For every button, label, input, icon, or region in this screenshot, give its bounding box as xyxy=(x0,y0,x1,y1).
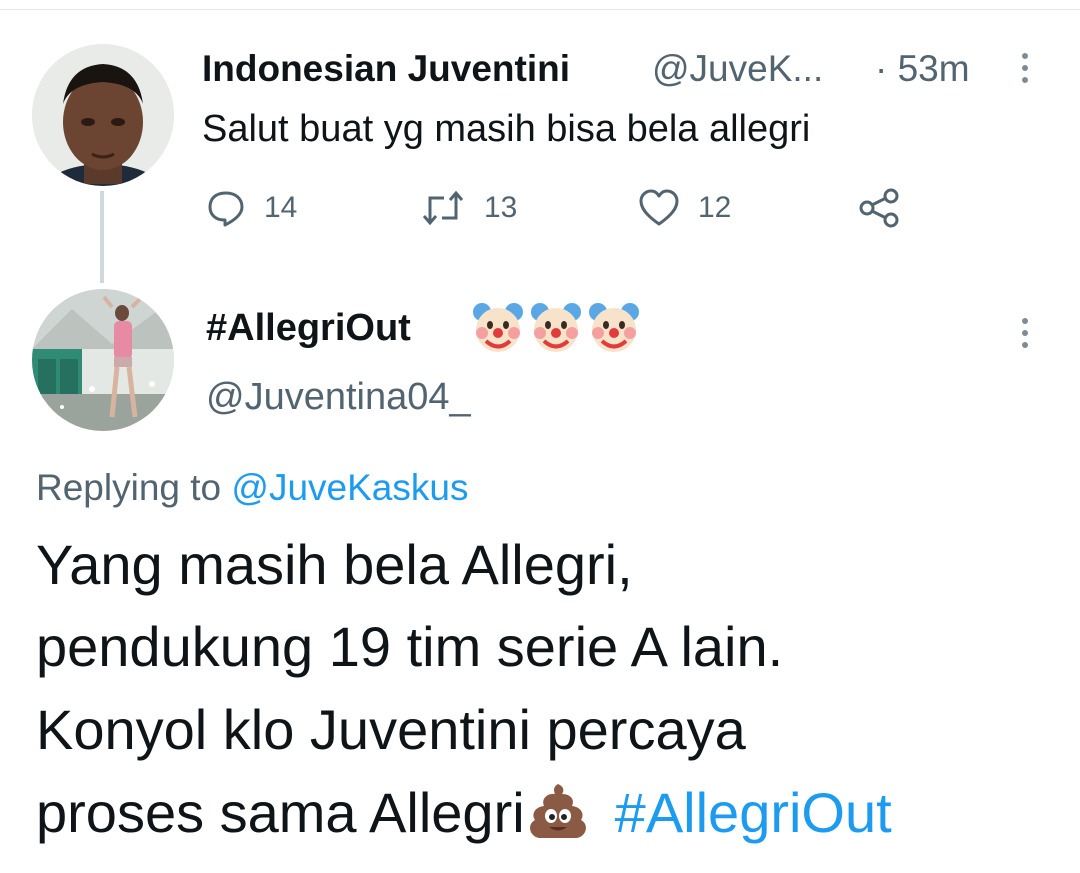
reply-icon xyxy=(208,191,244,227)
tweet1-author-handle[interactable]: @JuveK... xyxy=(652,45,823,93)
tweet2-body-line: Konyol klo Juventini percaya xyxy=(36,698,746,761)
tweet1-text: Salut buat yg masih bisa bela allegri xyxy=(202,108,811,150)
tweet2-body-line: pendukung 19 tim serie A lain. xyxy=(36,615,784,678)
thread-line xyxy=(100,191,104,283)
share-button[interactable] xyxy=(857,186,903,230)
reply-count: 14 xyxy=(264,191,298,224)
more-options-icon[interactable] xyxy=(1020,52,1030,89)
retweet-icon xyxy=(422,190,464,226)
tweet1-author-name[interactable]: Indonesian Juventini xyxy=(202,45,570,93)
poop-emoji xyxy=(529,784,586,838)
clown-emoji xyxy=(473,303,523,352)
like-count: 12 xyxy=(698,191,732,224)
tweet2-body-line: proses sama Allegri xyxy=(36,781,525,844)
clown-emoji xyxy=(531,303,581,352)
replying-prefix: Replying to xyxy=(36,467,222,508)
tweet2-author-handle[interactable]: @Juventina04_ xyxy=(206,372,471,422)
tweet1-timestamp[interactable]: · 53m xyxy=(875,45,970,93)
clown-emoji xyxy=(589,303,639,352)
avatar-indonesian-juventini[interactable] xyxy=(32,44,174,186)
like-button[interactable]: 12 xyxy=(638,186,731,230)
top-divider xyxy=(0,9,1080,10)
share-icon xyxy=(859,188,899,228)
hashtag-link[interactable]: #AllegriOut xyxy=(615,781,892,844)
tweet2-body-last-line: proses sama Allegri #AllegriOut xyxy=(36,773,892,853)
replying-mention-link[interactable]: @JuveKaskus xyxy=(231,467,468,508)
avatar-juventina04[interactable] xyxy=(32,289,174,431)
more-options-icon[interactable] xyxy=(1020,317,1030,354)
retweet-button[interactable]: 13 xyxy=(420,186,517,230)
tweet2-body-line: Yang masih bela Allegri, xyxy=(36,533,633,596)
retweet-count: 13 xyxy=(484,191,518,224)
replying-to: Replying to @JuveKaskus xyxy=(36,463,468,513)
tweet2-author-name[interactable]: #AllegriOut xyxy=(206,303,411,353)
reply-button[interactable]: 14 xyxy=(206,186,297,230)
like-icon xyxy=(639,189,679,226)
